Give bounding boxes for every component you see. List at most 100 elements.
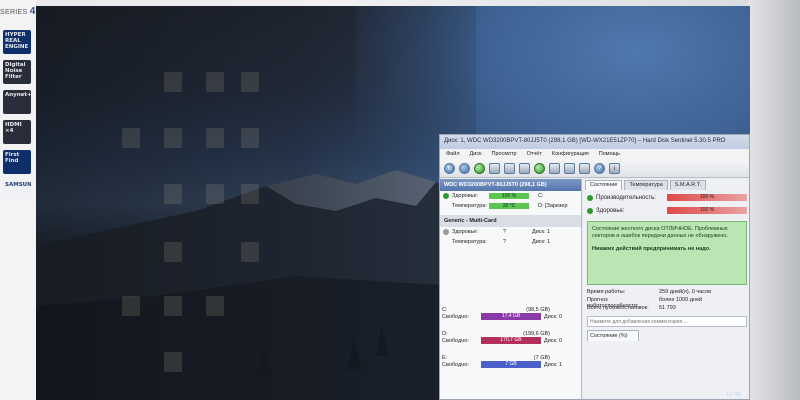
menu-configuration[interactable]: Конфигурация: [552, 151, 589, 158]
desktop-icon[interactable]: [164, 184, 182, 204]
disk2-health-row: Здоровье: ? Диск: 1: [440, 227, 581, 237]
desktop-icon[interactable]: [164, 128, 182, 148]
volume-e-free-label: Свободно:: [442, 361, 469, 368]
status-description: Состояние жесткого диска ОТЛИЧНОЕ. Пробл…: [587, 221, 747, 285]
volume-d-free: 170,7 GB: [481, 337, 541, 344]
desktop-icon[interactable]: [206, 128, 224, 148]
desktop-icon[interactable]: [206, 72, 224, 92]
volume-d-disk: Диск: 0: [544, 337, 563, 344]
volume-e-free: 7 GB: [481, 361, 541, 368]
disk-header-wdc[interactable]: WDC WD3200BPVT-80JJ5T0 (298,1 GB): [440, 179, 581, 191]
volume-c-disk: Диск: 0: [544, 313, 563, 320]
health-ok-icon: [587, 207, 593, 214]
disk1-health-value: 100 %: [489, 193, 529, 199]
details-tabs: Состояние Температура S.M.A.R.T.: [583, 179, 749, 191]
desktop-icon[interactable]: [164, 72, 182, 92]
monitor-bezel-right: [748, 0, 800, 400]
desktop-icon[interactable]: [206, 184, 224, 204]
menu-file[interactable]: Файл: [446, 151, 460, 158]
disk1-drive-d: D: [Зарезер: [538, 203, 568, 209]
menu-view[interactable]: Просмотр: [492, 151, 517, 158]
report-icon[interactable]: [474, 163, 485, 174]
monitor-bezel-left: SERIES 4 HYPER REAL ENGINE Digital Noise…: [0, 0, 36, 400]
desktop-icon[interactable]: [164, 296, 182, 316]
disk-icon[interactable]: [459, 163, 470, 174]
disk1-health-row: Здоровье: 100 % C:: [440, 191, 581, 201]
monitor-icon[interactable]: [519, 163, 530, 174]
info-icon[interactable]: i: [609, 163, 620, 174]
disk2-drive: Диск: 1: [532, 229, 551, 235]
help-icon[interactable]: ?: [594, 163, 605, 174]
performance-label: Производительность:: [596, 194, 656, 201]
status-text: Состояние жесткого диска ОТЛИЧНОЕ. Пробл…: [592, 226, 728, 239]
volume-e-letter: E:: [442, 355, 448, 361]
disk2-temp-value: ?: [503, 239, 507, 245]
samsung-sticker: SAMSUNG: [3, 180, 31, 194]
refresh-icon[interactable]: ↻: [444, 163, 455, 174]
hdmi-sticker: HDMI ×4: [3, 120, 31, 144]
disk1-temp-value: 20 °C: [489, 203, 529, 209]
volume-e[interactable]: E: (7 GB) Свободно: 7 GB Диск: 1: [442, 355, 580, 377]
volume-c[interactable]: C: (98,5 GB) Свободно: 17,4 GB Диск: 0: [442, 307, 580, 329]
menu-report[interactable]: Отчёт: [527, 151, 542, 158]
desktop-icon[interactable]: [122, 296, 140, 316]
volume-d[interactable]: D: (199,6 GB) Свободно: 170,7 GB Диск: 0: [442, 331, 580, 353]
disk2-temp-row: Температура: ? Диск: 1: [440, 237, 581, 247]
lifetime-row: Прогноз работоспособности: более 1000 дн…: [583, 297, 749, 309]
status-action: Никаких действий предпринимать не надо.: [592, 246, 711, 252]
disk1-temp-row: Температура: 20 °C D: [Зарезер: [440, 201, 581, 211]
toolbar: ↻ ? i: [440, 160, 749, 178]
disk2-temp-label: Температура:: [452, 239, 487, 245]
disk-list-pane: WDC WD3200BPVT-80JJ5T0 (298,1 GB) Здоров…: [440, 179, 582, 399]
desktop-icon[interactable]: [241, 184, 259, 204]
disk1-health-label: Здоровье:: [452, 193, 479, 199]
wrench-icon[interactable]: [504, 163, 515, 174]
graph-icon[interactable]: [549, 163, 560, 174]
window-title[interactable]: Диск: 1, WDC WD3200BPVT-80JJ5T0 (298,1 G…: [440, 135, 749, 149]
hyper-real-engine-sticker: HYPER REAL ENGINE: [3, 30, 31, 54]
hdsentinel-window[interactable]: Диск: 1, WDC WD3200BPVT-80JJ5T0 (298,1 G…: [439, 134, 750, 400]
desktop-icon[interactable]: [241, 242, 259, 262]
volume-c-free: 17,4 GB: [481, 313, 541, 320]
volume-d-letter: D:: [442, 331, 448, 337]
disk2-temp-drive: Диск: 1: [532, 239, 551, 245]
first-find-sticker: First Find: [3, 150, 31, 174]
series-number: 4: [29, 6, 36, 17]
tab-smart[interactable]: S.M.A.R.T.: [669, 180, 707, 190]
uptime-row: Время работы: 259 дней(я), 0 часов: [583, 289, 749, 297]
uptime-value: 259 дней(я), 0 часов: [659, 289, 712, 295]
anynet-sticker: Anynet+: [3, 90, 31, 114]
health-ok-icon: [443, 193, 449, 199]
settings-icon[interactable]: [489, 163, 500, 174]
health-row: Здоровье: 100 %: [583, 204, 749, 217]
list-icon[interactable]: [579, 163, 590, 174]
starts-row: Всего пусков/остановок: 51 793: [583, 305, 749, 313]
comment-input[interactable]: Нажмите для добавления комментария ...: [587, 316, 747, 327]
export-icon[interactable]: [534, 163, 545, 174]
desktop-icon[interactable]: [164, 242, 182, 262]
uptime-label: Время работы:: [587, 289, 626, 295]
volume-e-disk: Диск: 1: [544, 361, 563, 368]
desktop-icon[interactable]: [122, 128, 140, 148]
desktop-icon[interactable]: [241, 128, 259, 148]
volume-c-letter: C:: [442, 307, 448, 313]
taskbar-clock[interactable]: 12:48: [726, 392, 741, 398]
desktop-icon[interactable]: [164, 352, 182, 372]
disk-header-multicard[interactable]: Generic - Multi-Card: [440, 215, 581, 227]
desktop-icon[interactable]: [241, 72, 259, 92]
starts-label: Всего пусков/остановок:: [587, 305, 649, 311]
window-icon[interactable]: [564, 163, 575, 174]
tab-temperature[interactable]: Температура: [624, 180, 668, 190]
tab-status[interactable]: Состояние: [585, 180, 623, 190]
health-unknown-icon: [443, 229, 449, 235]
tab-status-percent[interactable]: Состояние (%): [587, 330, 639, 341]
series-label: SERIES 4: [0, 6, 36, 17]
menu-disk[interactable]: Диск: [470, 151, 482, 158]
desktop-icon[interactable]: [206, 296, 224, 316]
disk1-temp-label: Температура:: [452, 203, 487, 209]
starts-value: 51 793: [659, 305, 676, 311]
health-bar: 100 %: [667, 207, 747, 214]
desktop-screen: Диск: 1, WDC WD3200BPVT-80JJ5T0 (298,1 G…: [36, 6, 750, 400]
disk1-drive-c: C:: [538, 193, 544, 199]
menu-help[interactable]: Помощь: [599, 151, 620, 158]
